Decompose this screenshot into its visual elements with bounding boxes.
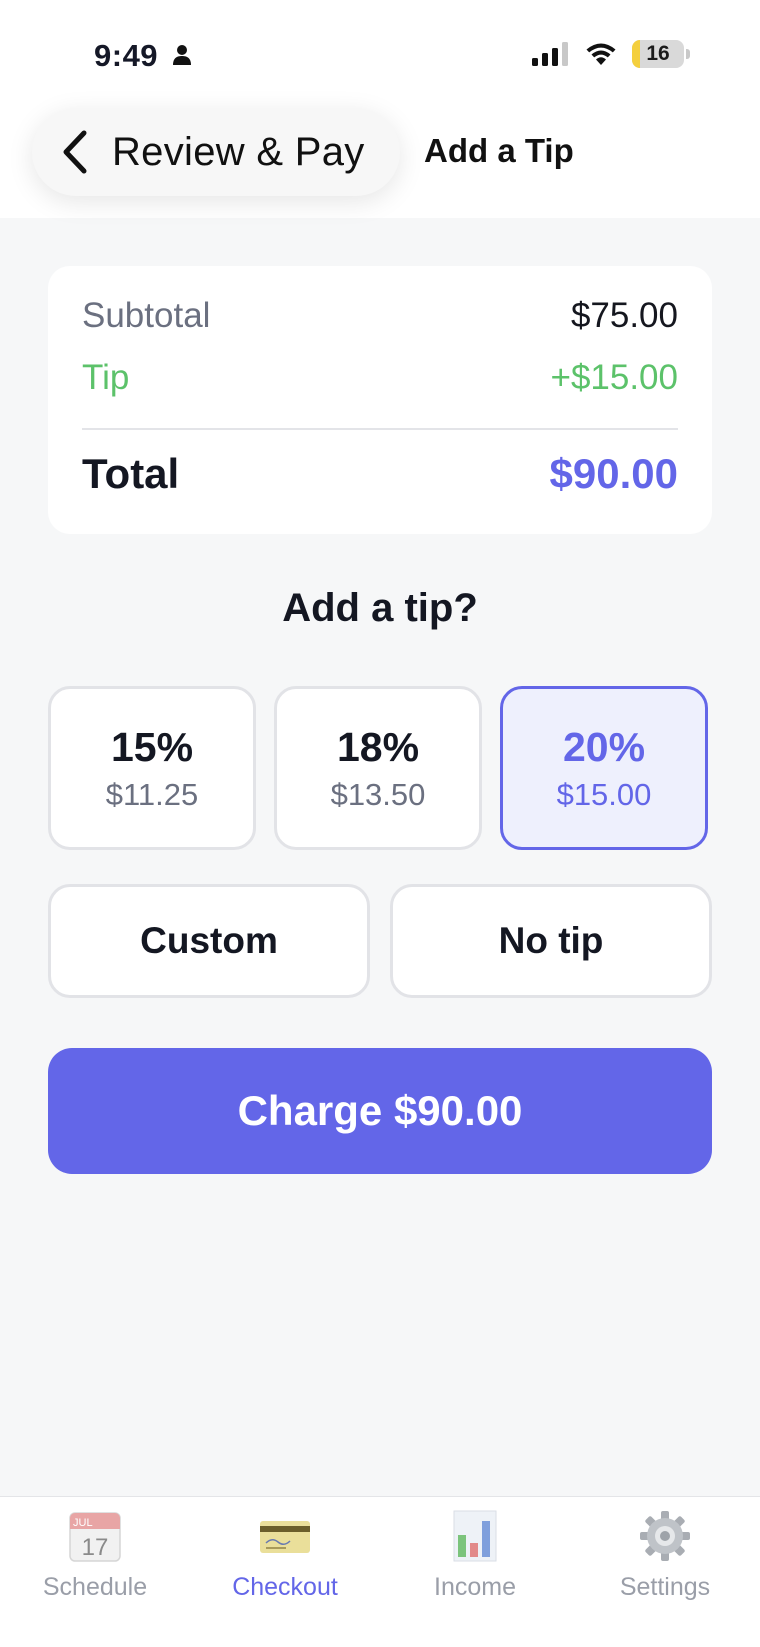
tip-heading: Add a tip? — [282, 586, 478, 630]
subtotal-label: Subtotal — [82, 296, 211, 335]
tip-option-amount: $11.25 — [105, 776, 199, 812]
tip-option-18[interactable]: 18% $13.50 — [274, 686, 482, 850]
battery-fill — [632, 40, 641, 68]
charge-button[interactable]: Charge $90.00 — [48, 1048, 712, 1174]
total-value: $90.00 — [549, 450, 678, 497]
subtotal-row: Subtotal $75.00 — [82, 296, 678, 336]
custom-tip-button[interactable]: Custom — [48, 884, 370, 998]
status-indicators: 16 — [532, 40, 690, 68]
tab-label: Checkout — [232, 1573, 338, 1601]
no-tip-button[interactable]: No tip — [390, 884, 712, 998]
calendar-month: JUL — [73, 1517, 93, 1529]
battery-level: 16 — [646, 42, 670, 65]
tab-schedule[interactable]: JUL 17 Schedule — [0, 1497, 190, 1617]
summary-divider — [82, 428, 678, 430]
signal-icon — [532, 42, 568, 66]
tip-option-amount: $15.00 — [556, 776, 652, 812]
tip-value: +$15.00 — [550, 358, 679, 397]
tip-option-15[interactable]: 15% $11.25 — [48, 686, 256, 850]
back-button[interactable]: Review & Pay — [32, 108, 400, 196]
subtotal-value: $75.00 — [570, 296, 678, 335]
tab-label: Income — [434, 1573, 516, 1601]
tab-checkout[interactable]: Checkout — [190, 1497, 380, 1617]
tip-option-percent: 20% — [562, 723, 646, 770]
battery-indicator: 16 — [632, 40, 684, 68]
tab-label: Schedule — [42, 1573, 148, 1601]
order-summary-card: Subtotal $75.00 Tip +$15.00 Total $90.00 — [48, 266, 712, 534]
tab-label: Settings — [619, 1573, 711, 1601]
total-row: Total $90.00 — [82, 450, 678, 498]
tab-bar: JUL 17 Schedule Checkout Income Settings — [0, 1496, 760, 1647]
credit-card-icon — [260, 1521, 310, 1553]
person-icon — [173, 45, 191, 65]
bar-chart-icon — [453, 1510, 497, 1562]
tip-option-percent: 15% — [110, 723, 194, 770]
tip-option-20[interactable]: 20% $15.00 — [500, 686, 708, 850]
chevron-left-icon — [63, 130, 87, 174]
page-title: Add a Tip — [424, 132, 574, 169]
tip-option-amount: $13.50 — [330, 776, 426, 812]
gear-icon — [640, 1511, 690, 1561]
wifi-icon — [586, 43, 616, 65]
tip-label: Tip — [82, 358, 130, 397]
total-label: Total — [82, 450, 180, 497]
tab-income[interactable]: Income — [380, 1497, 570, 1617]
tip-row: Tip +$15.00 — [82, 358, 678, 398]
calendar-day: 17 — [82, 1534, 109, 1561]
battery-nub — [686, 49, 690, 59]
tab-settings[interactable]: Settings — [570, 1497, 760, 1617]
navigation-bar: Review & Pay Add a Tip — [0, 100, 760, 218]
status-time: 9:49 — [94, 38, 159, 73]
back-button-label: Review & Pay — [112, 129, 365, 174]
status-bar: 9:49 16 — [0, 0, 760, 105]
tip-option-percent: 18% — [336, 723, 420, 770]
calendar-icon: JUL 17 — [69, 1512, 121, 1562]
